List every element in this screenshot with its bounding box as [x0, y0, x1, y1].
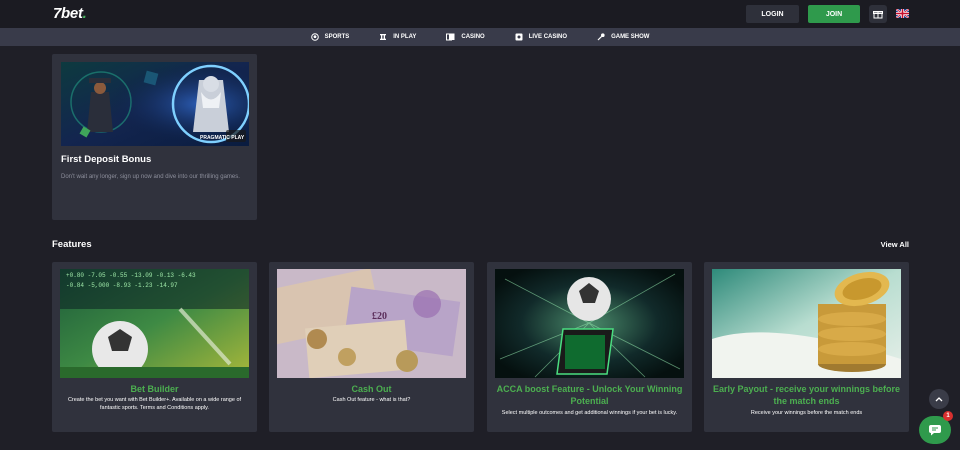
- chevron-up-icon: [935, 397, 943, 402]
- nav-item-label: SPORTS: [324, 34, 350, 40]
- feature-title: Early Payout - receive your winnings bef…: [712, 384, 901, 406]
- microphone-icon: [597, 33, 605, 41]
- nav-item-in-play[interactable]: IN PLAY: [379, 33, 416, 41]
- nav-item-live-casino[interactable]: LIVE CASINO: [515, 33, 567, 41]
- nav-item-game-show[interactable]: GAME SHOW: [597, 33, 649, 41]
- uk-flag-icon[interactable]: [896, 9, 909, 18]
- promo-banner-image: PRAGMATIC PLAY: [61, 62, 249, 146]
- nav-item-sports[interactable]: SPORTS: [310, 33, 350, 41]
- football-icon: [310, 33, 319, 41]
- chat-notification-badge: 1: [943, 411, 953, 421]
- feature-description: Cash Out feature - what is that?: [332, 397, 411, 403]
- in-play-icon: [380, 34, 387, 40]
- promo-description: Don't wait any longer, sign up now and d…: [61, 174, 240, 180]
- nav-item-label: IN PLAY: [393, 34, 417, 40]
- feature-description: Create the bet you want with Bet Builder…: [67, 397, 242, 411]
- nav-item-label: LIVE CASINO: [528, 34, 568, 40]
- promo-card-first-deposit[interactable]: PRAGMATIC PLAY First Deposit Bonus Don't…: [52, 54, 257, 220]
- nav-item-casino[interactable]: CASINO: [446, 33, 485, 41]
- main-nav: SPORTS IN PLAY CASINO LIVE CASINO GAME S…: [0, 28, 960, 46]
- feature-title: Cash Out: [351, 384, 392, 394]
- gift-icon[interactable]: [869, 5, 887, 23]
- live-casino-icon: [515, 33, 523, 41]
- feature-card-cash-out[interactable]: £20 Cash Out Cash Out feature - what is …: [269, 262, 474, 432]
- feature-image-acca-boost: [495, 269, 684, 378]
- brand-logo[interactable]: 7bet.: [53, 5, 87, 22]
- feature-description: Select multiple outcomes and get additio…: [501, 410, 678, 416]
- nav-item-label: CASINO: [461, 34, 485, 40]
- chat-icon: [929, 425, 941, 436]
- provider-badge: PRAGMATIC PLAY: [200, 135, 245, 141]
- feature-title: Bet Builder: [130, 384, 179, 394]
- login-button[interactable]: LOGIN: [746, 5, 799, 23]
- svg-text:-0.84 -5,000 -8.93 -1.23 -14.9: -0.84 -5,000 -8.93 -1.23 -14.97: [66, 282, 178, 289]
- promo-title: First Deposit Bonus: [61, 154, 152, 165]
- feature-card-bet-builder[interactable]: +0.80 -7.05 -0.55 -13.09 -0.13 -6.43 -0.…: [52, 262, 257, 432]
- feature-title: ACCA boost Feature - Unlock Your Winning…: [496, 384, 683, 406]
- scroll-to-top-button[interactable]: [929, 389, 949, 409]
- svg-text:+0.80 -7.05 -0.55 -13.09 -0.13: +0.80 -7.05 -0.55 -13.09 -0.13 -6.43: [66, 272, 196, 279]
- features-section-title: Features: [52, 239, 92, 250]
- feature-card-acca-boost[interactable]: ACCA boost Feature - Unlock Your Winning…: [487, 262, 692, 432]
- feature-image-early-payout: [712, 269, 901, 378]
- join-button[interactable]: JOIN: [808, 5, 860, 23]
- feature-card-early-payout[interactable]: Early Payout - receive your winnings bef…: [704, 262, 909, 432]
- nav-item-label: GAME SHOW: [611, 34, 650, 40]
- feature-image-cash-out: £20: [277, 269, 466, 378]
- svg-text:£20: £20: [372, 311, 387, 322]
- view-all-link[interactable]: View All: [881, 240, 909, 249]
- casino-cards-icon: [446, 33, 455, 41]
- feature-image-bet-builder: +0.80 -7.05 -0.55 -13.09 -0.13 -6.43 -0.…: [60, 269, 249, 378]
- feature-description: Receive your winnings before the match e…: [750, 410, 863, 416]
- top-bar: 7bet. LOGIN JOIN: [0, 0, 960, 28]
